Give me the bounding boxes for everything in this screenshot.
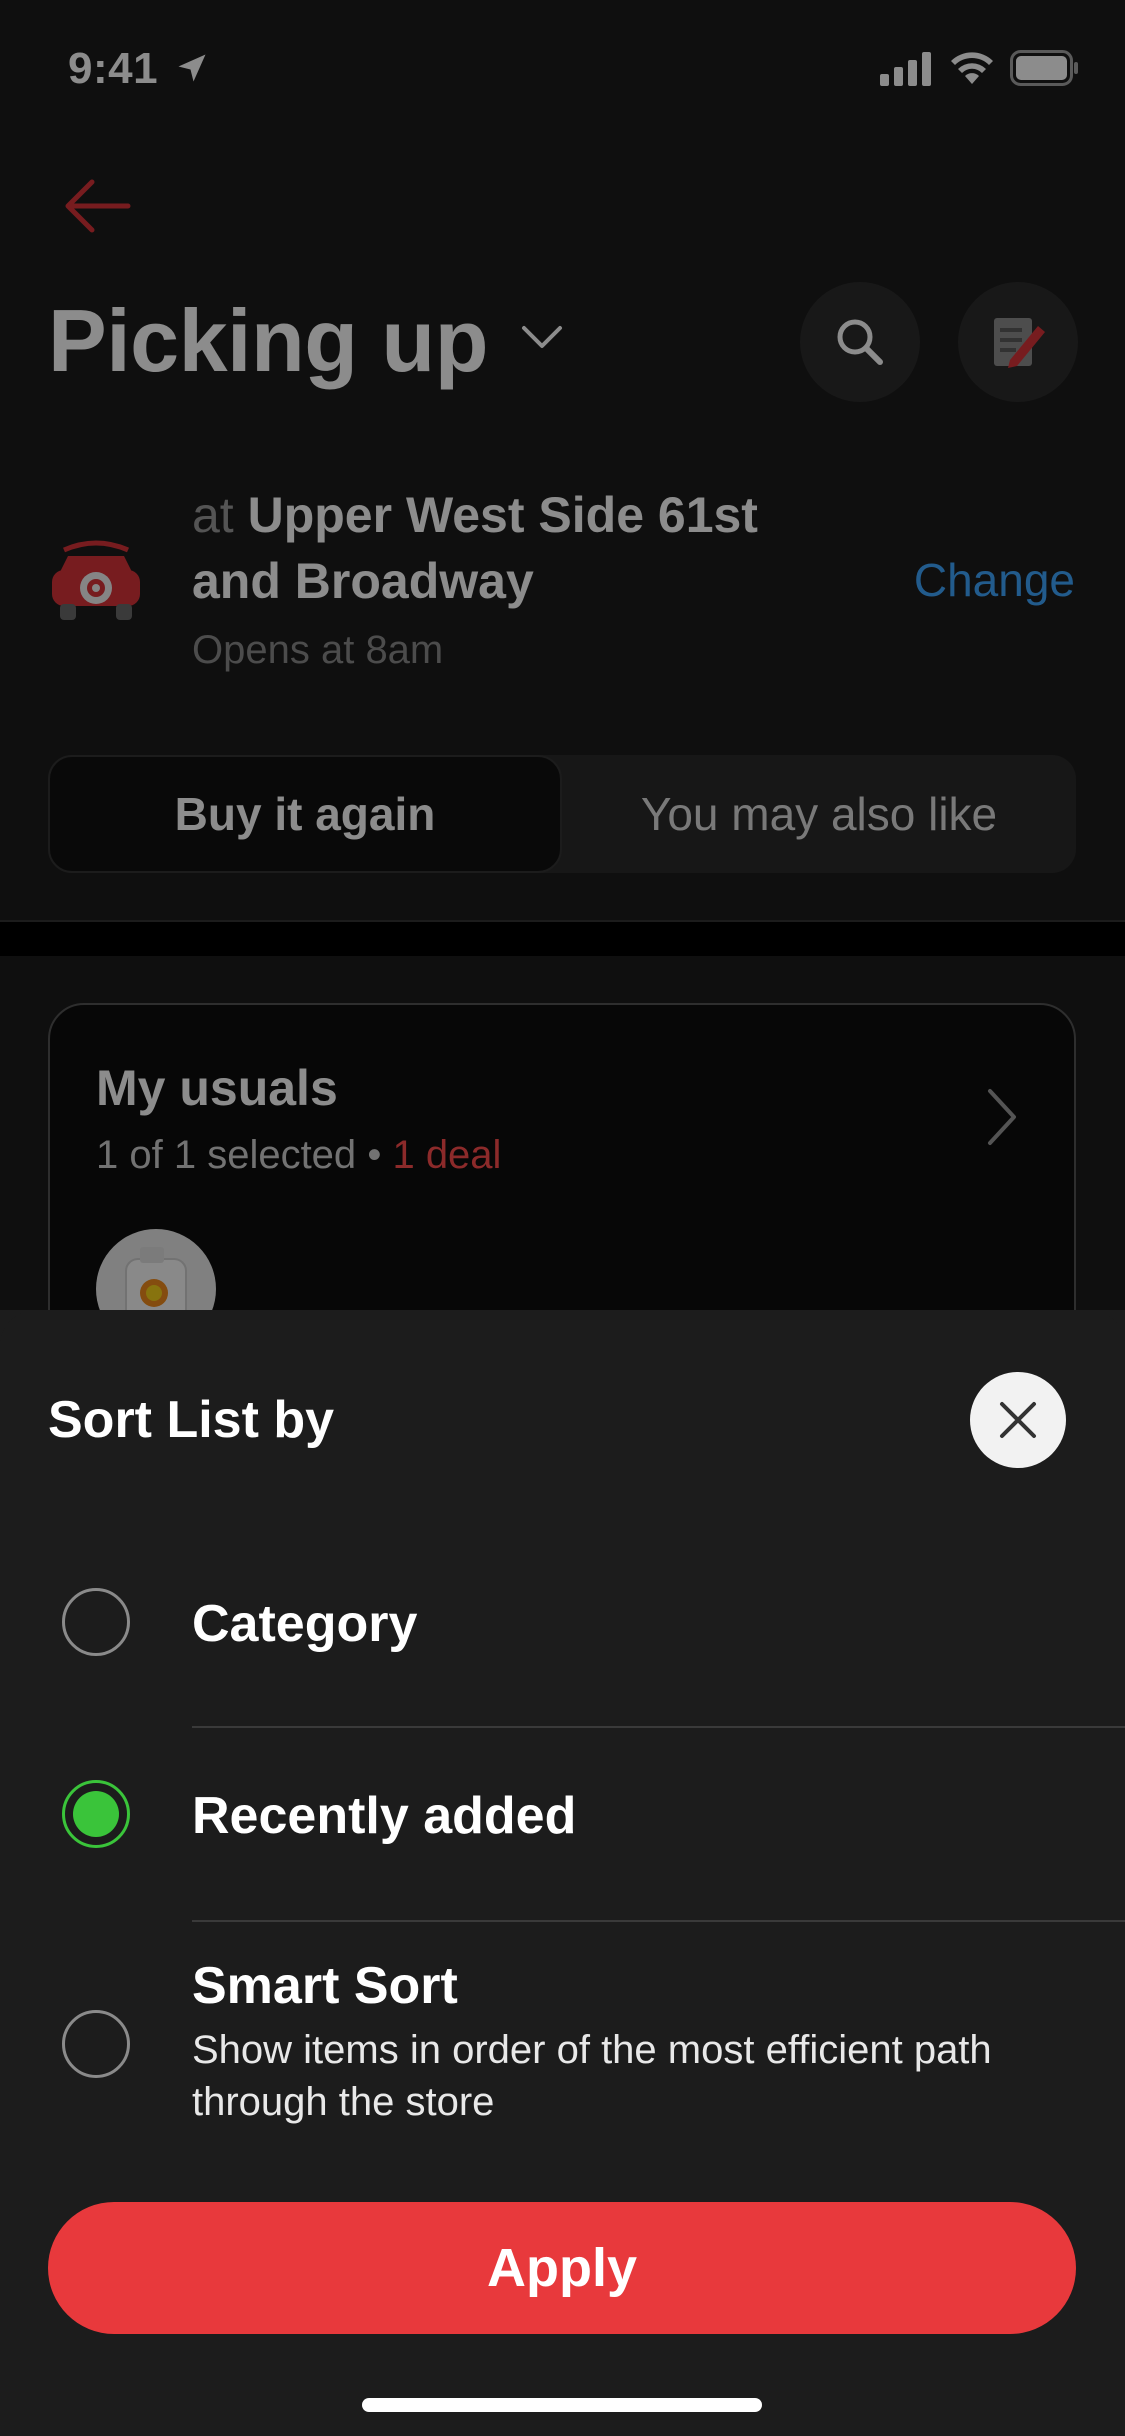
sort-option-category[interactable]: Category bbox=[0, 1538, 1125, 1728]
radio-smart-sort[interactable] bbox=[62, 2010, 130, 2078]
option-label: Smart Sort bbox=[192, 1957, 458, 2015]
sheet-title: Sort List by bbox=[48, 1391, 335, 1449]
option-description: Show items in order of the most efficien… bbox=[192, 2028, 992, 2124]
sort-bottom-sheet: Sort List by Category Recently added Sma… bbox=[0, 1310, 1125, 2436]
option-divider bbox=[192, 1726, 1125, 1728]
option-label: Recently added bbox=[192, 1787, 577, 1845]
sort-option-smart-sort[interactable]: Smart Sort Show items in order of the mo… bbox=[0, 1922, 1125, 2152]
apply-button[interactable]: Apply bbox=[48, 2202, 1076, 2334]
page: 9:41 Picking up at Upper West Side 61st … bbox=[0, 0, 1125, 2436]
radio-selected-dot bbox=[73, 1791, 119, 1837]
close-icon bbox=[1000, 1402, 1036, 1438]
sort-option-recently-added[interactable]: Recently added bbox=[0, 1730, 1125, 1922]
option-label: Category bbox=[192, 1595, 418, 1653]
radio-recently-added[interactable] bbox=[62, 1780, 130, 1848]
radio-category[interactable] bbox=[62, 1588, 130, 1656]
modal-dim-overlay[interactable] bbox=[0, 0, 1125, 1310]
home-indicator bbox=[362, 2398, 762, 2412]
close-button[interactable] bbox=[970, 1372, 1066, 1468]
